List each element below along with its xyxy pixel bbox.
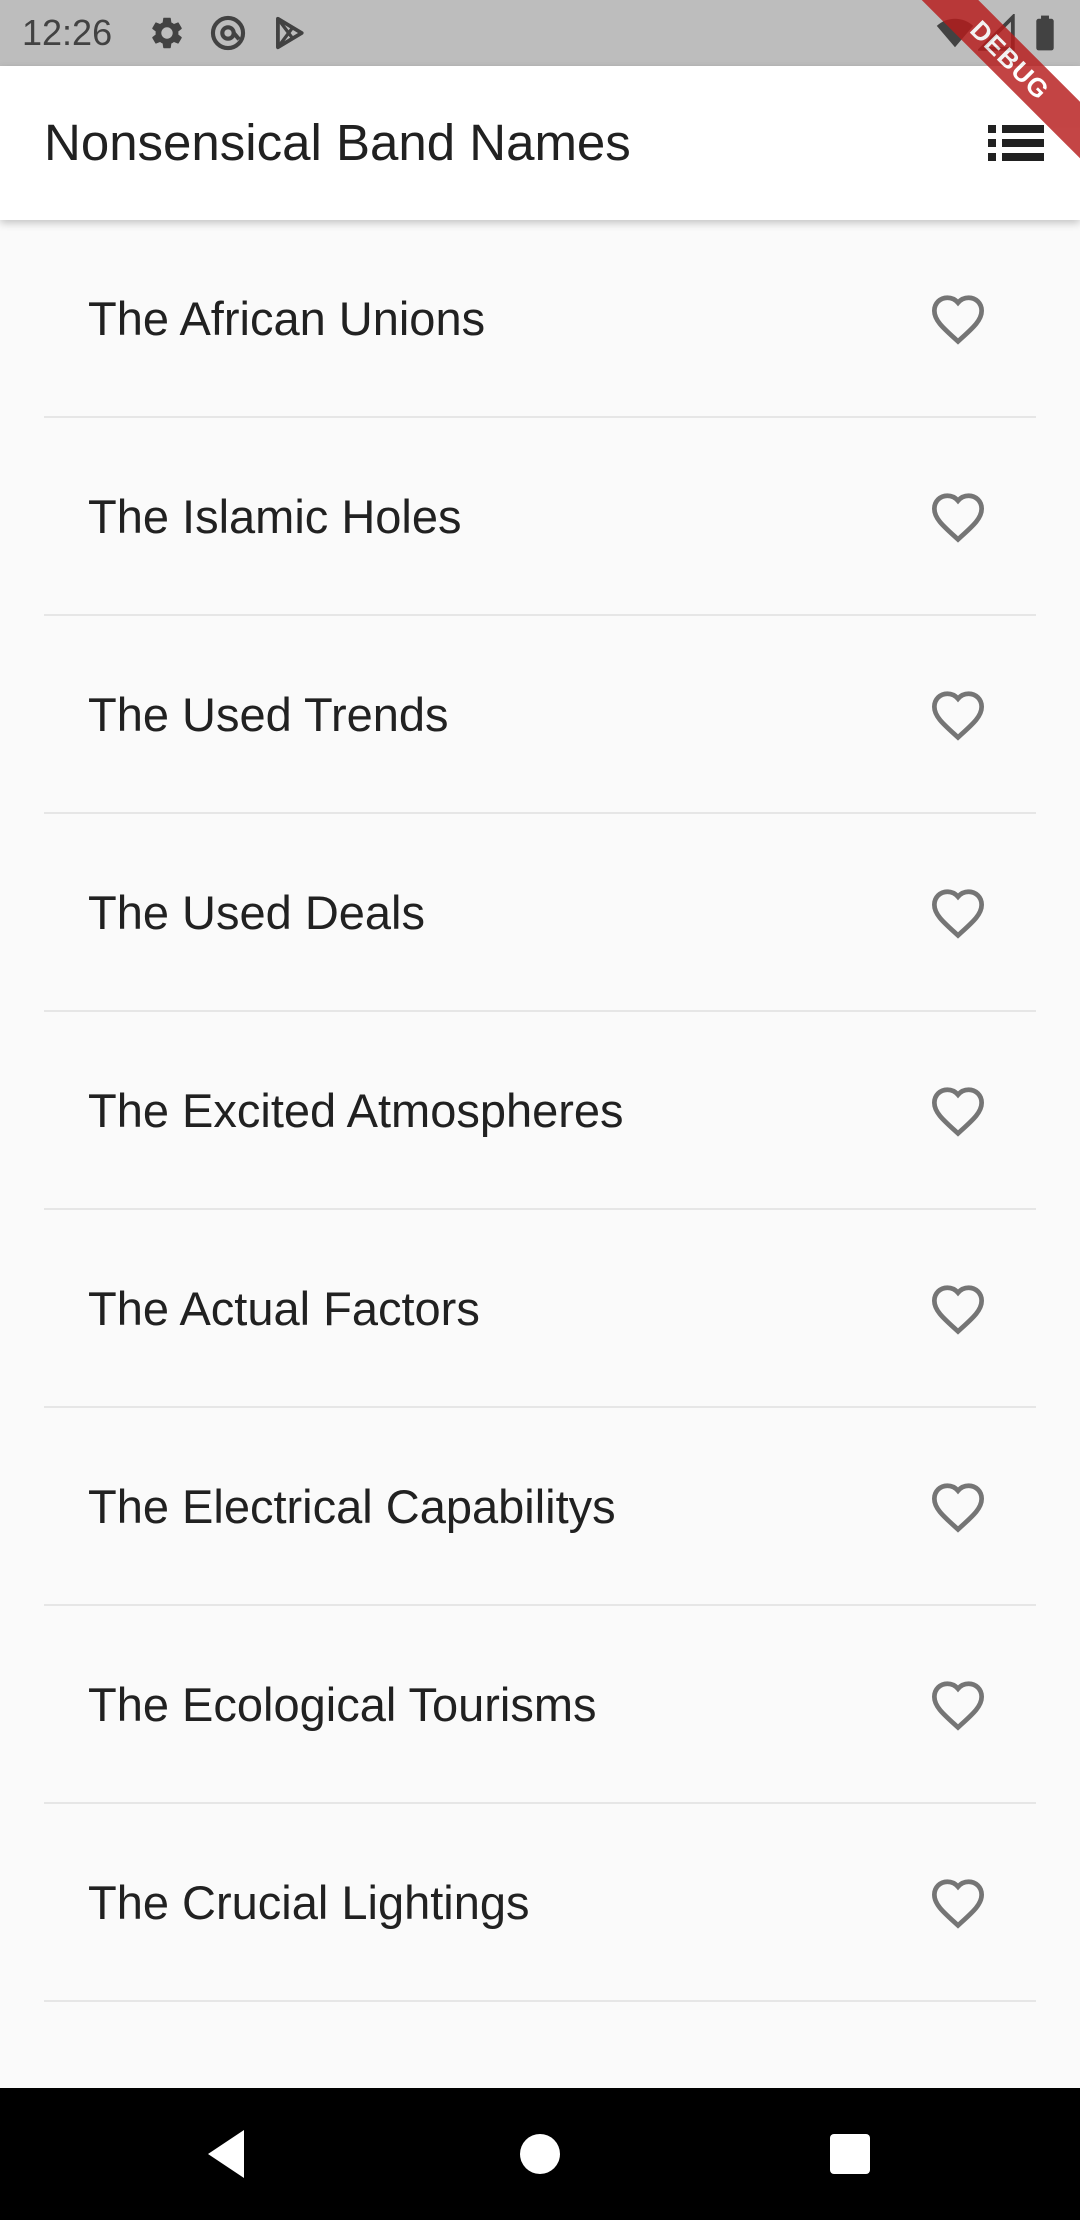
list-item[interactable]: The Actual Factors [0,1210,1080,1408]
list-item-label: The Electrical Capabilitys [88,1480,616,1533]
list-item-label: The Islamic Holes [88,490,462,543]
list-item[interactable]: The Ecological Tourisms [0,1606,1080,1804]
system-nav-bar [0,2088,1080,2220]
recents-icon [814,2118,886,2190]
heart-outline-icon[interactable] [929,1283,987,1335]
settings-gear-icon [148,14,186,52]
list-item-label: The Crucial Lightings [88,1876,530,1929]
recents-button[interactable] [814,2118,886,2190]
home-icon [504,2118,576,2190]
list-item-label: The Used Deals [88,886,425,939]
back-button[interactable] [192,2118,264,2190]
list-item-label: The Excited Atmospheres [88,1084,624,1137]
heart-outline-icon[interactable] [929,1877,987,1929]
heart-outline-icon[interactable] [929,1085,987,1137]
list-item[interactable]: The Excited Atmospheres [0,1012,1080,1210]
home-button[interactable] [504,2118,576,2190]
debug-banner: DEBUG [910,0,1080,170]
at-sign-icon [209,14,247,52]
list-item[interactable]: The Used Trends [0,616,1080,814]
list-item[interactable]: The African Unions [0,220,1080,418]
list-item-label: The Ecological Tourisms [88,1678,597,1731]
list-item[interactable]: The Crucial Lightings [0,1804,1080,2002]
list-item-label: The Actual Factors [88,1282,480,1335]
divider [44,2000,1036,2002]
band-name-list: The African Unions The Islamic Holes The… [0,220,1080,2088]
heart-outline-icon[interactable] [929,1679,987,1731]
back-icon [192,2118,264,2190]
list-item-label: The Used Trends [88,688,449,741]
heart-outline-icon[interactable] [929,491,987,543]
status-time: 12:26 [22,12,113,53]
list-item[interactable]: The Electrical Capabilitys [0,1408,1080,1606]
list-item[interactable]: The Islamic Holes [0,418,1080,616]
heart-outline-icon[interactable] [929,887,987,939]
debug-banner-label: DEBUG [910,0,1080,167]
heart-outline-icon[interactable] [929,689,987,741]
list-item[interactable]: The Used Deals [0,814,1080,1012]
list-item-label: The African Unions [88,292,486,345]
heart-outline-icon[interactable] [929,1481,987,1533]
heart-outline-icon[interactable] [929,293,987,345]
page-title: Nonsensical Band Names [44,114,631,171]
play-store-icon [270,14,308,52]
